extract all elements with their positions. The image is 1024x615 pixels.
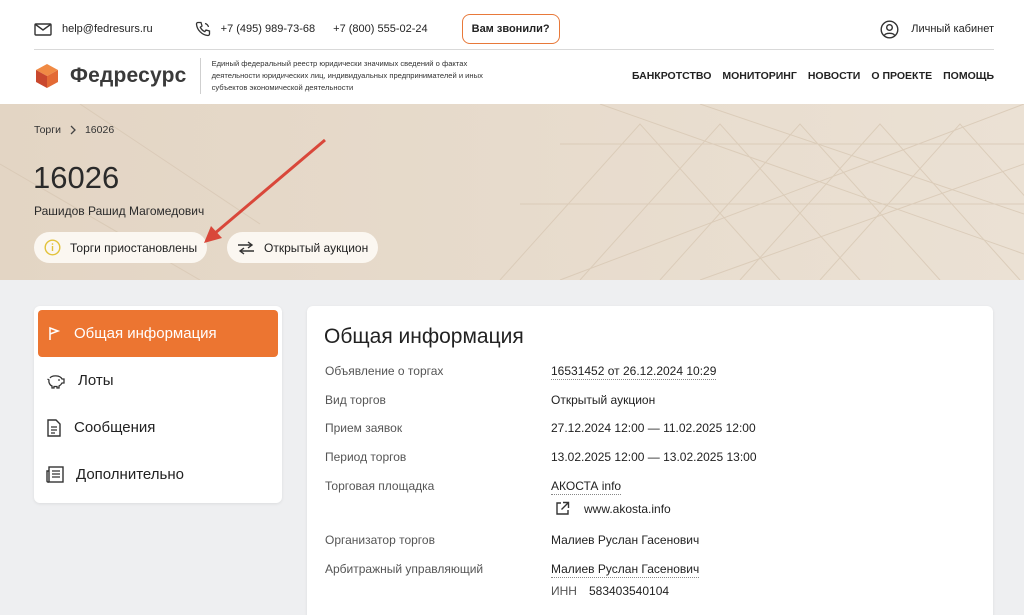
row-label-announcement: Объявление о торгах: [325, 364, 444, 378]
platform-site-link[interactable]: www.akosta.info: [555, 501, 671, 516]
fedresurs-logo-icon: [36, 64, 58, 88]
chevron-right-icon: [70, 125, 76, 135]
nav-bankruptcy[interactable]: БАНКРОТСТВО: [632, 70, 711, 82]
sidebar-item-label: Дополнительно: [76, 466, 184, 483]
phone-icon: [195, 21, 210, 37]
arbitration-manager-link[interactable]: Малиев Руслан Гасенович: [551, 562, 700, 578]
nav-monitoring[interactable]: МОНИТОРИНГ: [722, 70, 796, 82]
logo-separator: [199, 58, 201, 94]
row-label-applications: Прием заявок: [325, 421, 403, 435]
logo[interactable]: Федресурс: [34, 63, 187, 89]
row-value-auction-type: Открытый аукцион: [551, 393, 656, 407]
auction-type-badge: Открытый аукцион: [227, 232, 379, 263]
brand-row: Федресурс Единый федеральный реестр юрид…: [34, 56, 994, 96]
row-label-platform: Торговая площадка: [325, 479, 435, 493]
email-link[interactable]: help@fedresurs.ru: [34, 22, 153, 36]
nav-help[interactable]: ПОМОЩЬ: [943, 70, 994, 82]
piggy-bank-icon: [47, 374, 65, 389]
tagline: Единый федеральный реестр юридически зна…: [211, 59, 483, 92]
inn-value: 583403540104: [588, 584, 670, 598]
main-nav: БАНКРОТСТВО МОНИТОРИНГ НОВОСТИ О ПРОЕКТЕ…: [632, 70, 994, 82]
hero-banner: Торги 16026 16026 Рашидов Рашид Магомедо…: [0, 104, 1024, 280]
phones: +7 (495) 989-73-68 +7 (800) 555-02-24: [195, 21, 428, 37]
sidebar-item-lots[interactable]: Лоты: [38, 357, 278, 404]
announcement-link[interactable]: 16531452 от 26.12.2024 10:29: [551, 364, 717, 380]
callback-button[interactable]: Вам звонили?: [461, 14, 560, 44]
sidebar-item-label: Лоты: [78, 372, 114, 389]
user-icon: [880, 19, 899, 39]
row-value-organizer: Малиев Руслан Гасенович: [551, 533, 700, 547]
sidebar-item-general-info[interactable]: Общая информация: [38, 310, 278, 357]
phone-link-2[interactable]: +7 (800) 555-02-24: [333, 23, 427, 35]
info-icon: [44, 239, 61, 256]
site-header: help@fedresurs.ru +7 (495) 989-73-68 +7 …: [0, 0, 1024, 104]
row-value-trading-period: 13.02.2025 12:00 — 13.02.2025 13:00: [551, 450, 757, 464]
nav-about[interactable]: О ПРОЕКТЕ: [871, 70, 932, 82]
platform-site-text: www.akosta.info: [584, 501, 671, 516]
sidebar: Общая информация Лоты Сообщения Дополнит…: [34, 306, 282, 503]
sidebar-item-label: Сообщения: [74, 419, 156, 436]
sidebar-item-messages[interactable]: Сообщения: [38, 404, 278, 451]
newspaper-icon: [46, 466, 64, 483]
nav-news[interactable]: НОВОСТИ: [808, 70, 861, 82]
external-link-icon: [556, 501, 570, 515]
inn-row: ИНН 583403540104: [551, 584, 669, 598]
sidebar-item-label: Общая информация: [74, 325, 217, 342]
flag-icon: [49, 326, 61, 340]
row-label-auction-type: Вид торгов: [325, 393, 386, 407]
mail-icon: [34, 22, 52, 36]
status-badge-label: Торги приостановлены: [70, 240, 198, 255]
general-info-card: Общая информация Объявление о торгах 165…: [307, 306, 993, 615]
row-label-organizer: Организатор торгов: [325, 533, 435, 547]
phone-link-1[interactable]: +7 (495) 989-73-68: [195, 21, 315, 37]
page-title: 16026: [33, 160, 120, 195]
header-divider: [34, 49, 994, 50]
breadcrumb-current: 16026: [84, 124, 115, 136]
auction-type-label: Открытый аукцион: [264, 240, 369, 255]
row-label-trading-period: Период торгов: [325, 450, 407, 464]
inn-label: ИНН: [551, 584, 577, 598]
status-badge: Торги приостановлены: [34, 232, 208, 263]
email-text: help@fedresurs.ru: [62, 23, 153, 35]
sidebar-item-additional[interactable]: Дополнительно: [38, 451, 278, 498]
logo-text: Федресурс: [70, 64, 187, 87]
debtor-name: Рашидов Рашид Магомедович: [34, 204, 205, 218]
row-label-arbitration-manager: Арбитражный управляющий: [325, 562, 484, 576]
row-value-applications: 27.12.2024 12:00 — 11.02.2025 12:00: [551, 421, 756, 435]
personal-cabinet-link[interactable]: Личный кабинет: [880, 19, 994, 39]
document-icon: [47, 418, 61, 437]
section-title: Общая информация: [324, 325, 524, 348]
cabinet-label: Личный кабинет: [911, 23, 994, 35]
contact-row: help@fedresurs.ru +7 (495) 989-73-68 +7 …: [34, 12, 994, 46]
breadcrumb-parent[interactable]: Торги: [34, 124, 61, 136]
swap-arrows-icon: [238, 240, 254, 255]
breadcrumb: Торги 16026: [34, 124, 114, 136]
phone-text-1: +7 (495) 989-73-68: [220, 23, 316, 35]
platform-link[interactable]: АКОСТА info: [551, 479, 622, 495]
